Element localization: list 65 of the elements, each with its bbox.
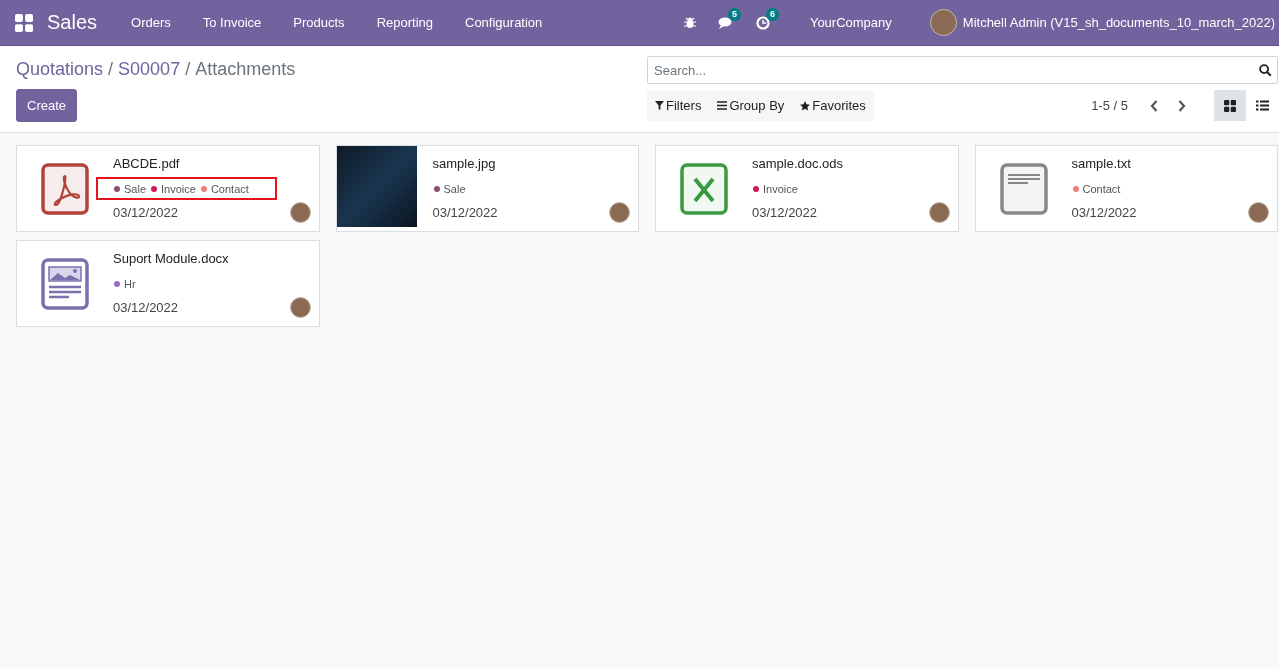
file-name: ABCDE.pdf xyxy=(113,156,181,171)
owner-avatar xyxy=(289,297,311,318)
tag-label: Sale xyxy=(124,183,147,195)
tag-label: Contact xyxy=(1082,183,1121,195)
file-date: 03/12/2022 xyxy=(113,300,179,315)
search-option-button[interactable]: Filters xyxy=(647,90,710,121)
owner-avatar xyxy=(1248,202,1269,223)
list-icon xyxy=(1255,100,1269,111)
tag-label: Invoice xyxy=(763,183,798,195)
search-icon[interactable] xyxy=(1259,64,1272,77)
attachment-card[interactable]: ABCDE.pdf Sale Invoice Contact 03/12/2022 xyxy=(16,145,320,232)
create-button[interactable]: Create xyxy=(16,89,78,122)
list-icon xyxy=(717,101,728,110)
tag-label: Sale xyxy=(443,183,466,195)
attachment-card[interactable]: sample.doc.ods Invoice 03/12/2022 xyxy=(655,145,959,232)
user-menu[interactable]: Mitchell Admin (V15_sh_documents_10_march_2022) xyxy=(962,15,1275,30)
attachment-card[interactable]: sample.jpg Sale 03/12/2022 xyxy=(335,145,639,232)
breadcrumb-link[interactable]: Quotations xyxy=(16,59,104,80)
owner-avatar xyxy=(928,202,950,223)
file-name: Suport Module.docx xyxy=(113,251,230,266)
clock-icon[interactable] xyxy=(755,15,770,30)
search-option-button[interactable]: Group By xyxy=(709,90,793,121)
breadcrumb-separator: / xyxy=(185,59,191,80)
text-file-icon xyxy=(999,162,1048,215)
file-name: sample.doc.ods xyxy=(752,156,845,171)
document-file-icon xyxy=(41,257,89,310)
attachment-card[interactable]: sample.txt Contact 03/12/2022 xyxy=(974,145,1278,232)
menu-item[interactable]: Products xyxy=(277,15,361,30)
file-date: 03/12/2022 xyxy=(1071,205,1137,220)
message-count-badge: 5 xyxy=(727,7,741,21)
breadcrumb-link[interactable]: S00007 xyxy=(118,59,181,80)
filter-icon xyxy=(655,101,664,110)
owner-avatar xyxy=(289,202,311,223)
attachment-card[interactable]: Suport Module.docx Hr 03/12/2022 xyxy=(16,240,320,327)
file-name: sample.jpg xyxy=(432,156,497,171)
search-field[interactable]: Search... xyxy=(647,56,1278,84)
file-date: 03/12/2022 xyxy=(113,205,179,220)
chevron-right-icon xyxy=(1178,99,1186,112)
file-name: sample.txt xyxy=(1071,156,1132,171)
menu-item[interactable]: To Invoice xyxy=(186,15,278,30)
kanban-view-button[interactable] xyxy=(1214,90,1246,121)
menu-item[interactable]: Configuration xyxy=(449,15,559,30)
owner-avatar xyxy=(609,202,630,223)
tag-label: Hr xyxy=(124,278,136,290)
star-icon xyxy=(800,100,811,111)
pager-value[interactable]: 1-5 / 5 xyxy=(1091,98,1128,113)
grid-icon xyxy=(1224,99,1236,112)
breadcrumb-separator: / xyxy=(108,59,114,80)
breadcrumb-current: Attachments xyxy=(195,59,296,80)
file-date: 03/12/2022 xyxy=(432,205,498,220)
bug-icon[interactable] xyxy=(683,16,696,29)
chat-icon[interactable] xyxy=(717,15,734,30)
spreadsheet-file-icon xyxy=(680,162,728,215)
activity-count-badge: 6 xyxy=(765,7,779,21)
menu-item[interactable]: Reporting xyxy=(360,15,449,30)
apps-menu-icon[interactable] xyxy=(15,13,33,32)
company-switcher[interactable]: YourCompany xyxy=(809,15,892,30)
chevron-left-icon xyxy=(1150,99,1158,112)
file-date: 03/12/2022 xyxy=(752,205,818,220)
pdf-file-icon xyxy=(41,162,89,215)
search-option-button[interactable]: Favorites xyxy=(792,90,874,121)
tag-label: Invoice xyxy=(161,183,196,195)
tag-label: Contact xyxy=(210,183,249,195)
menu-item[interactable]: Orders xyxy=(115,15,187,30)
app-name[interactable]: Sales xyxy=(47,11,98,34)
